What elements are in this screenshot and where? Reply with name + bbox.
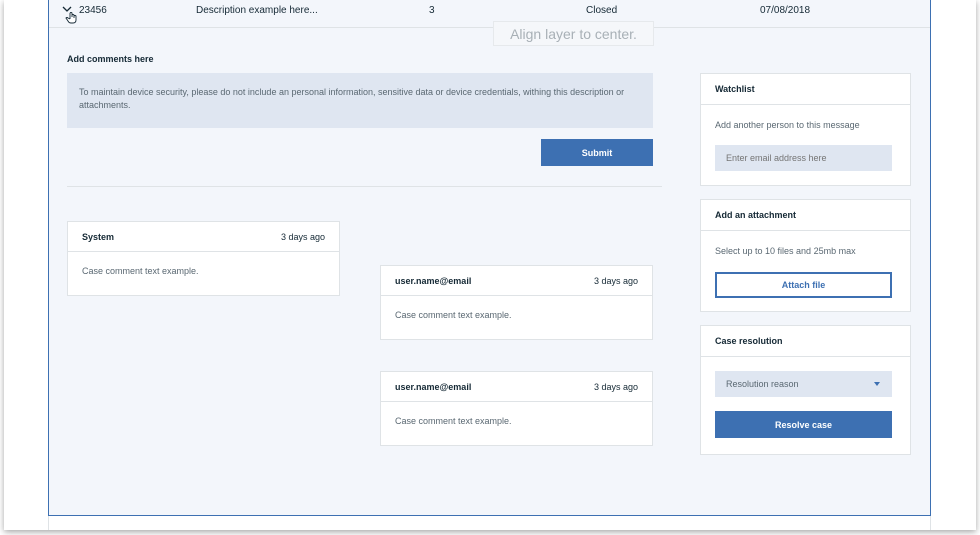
watchlist-card: Watchlist Add another person to this mes… — [700, 73, 911, 186]
resolution-select[interactable]: Resolution reason — [715, 371, 892, 397]
divider — [67, 186, 662, 187]
attachment-title: Add an attachment — [701, 200, 910, 231]
email-field[interactable] — [715, 145, 892, 171]
comment-author: user.name@email — [395, 381, 472, 392]
case-detail-panel: 23456 Description example here... 3 Clos… — [48, 0, 931, 516]
next-row-strip — [48, 516, 931, 530]
comment-header: user.name@email 3 days ago — [381, 372, 652, 402]
comment-header: System 3 days ago — [68, 222, 339, 252]
comment-input[interactable]: To maintain device security, please do n… — [67, 73, 653, 128]
comment-time: 3 days ago — [593, 275, 638, 286]
comment-card: System 3 days ago Case comment text exam… — [67, 221, 340, 296]
comment-card: user.name@email 3 days ago Case comment … — [380, 371, 653, 446]
attachment-hint: Select up to 10 files and 25mb max — [715, 246, 856, 256]
submit-button[interactable]: Submit — [541, 139, 653, 166]
chevron-down-icon[interactable] — [61, 4, 79, 24]
caret-down-icon — [874, 382, 880, 386]
comment-text: Case comment text example. — [395, 310, 512, 320]
case-count: 3 — [429, 5, 435, 16]
comment-header: user.name@email 3 days ago — [381, 266, 652, 296]
case-description: Description example here... — [196, 5, 318, 16]
app-window: 23456 Description example here... 3 Clos… — [4, 0, 976, 530]
resolution-title: Case resolution — [701, 326, 910, 357]
comment-time: 3 days ago — [280, 231, 325, 242]
comment-text: Case comment text example. — [82, 266, 199, 276]
resolution-select-value: Resolution reason — [726, 379, 799, 389]
attachment-card: Add an attachment Select up to 10 files … — [700, 199, 911, 312]
align-tooltip: Align layer to center. — [493, 21, 654, 46]
table-row[interactable]: 23456 Description example here... 3 Clos… — [49, 0, 930, 28]
case-id: 23456 — [79, 5, 107, 16]
comment-time: 3 days ago — [593, 381, 638, 392]
comment-author: user.name@email — [395, 275, 472, 286]
comment-text: Case comment text example. — [395, 416, 512, 426]
watchlist-title: Watchlist — [701, 74, 910, 105]
resolution-card: Case resolution Resolution reason Resolv… — [700, 325, 911, 455]
comments-label: Add comments here — [67, 54, 154, 64]
comment-author: System — [82, 231, 115, 242]
watchlist-hint: Add another person to this message — [715, 120, 860, 130]
case-date: 07/08/2018 — [760, 5, 811, 16]
comment-card: user.name@email 3 days ago Case comment … — [380, 265, 653, 340]
resolve-case-button[interactable]: Resolve case — [715, 411, 892, 438]
attach-file-button[interactable]: Attach file — [715, 272, 892, 298]
case-status: Closed — [586, 5, 618, 16]
